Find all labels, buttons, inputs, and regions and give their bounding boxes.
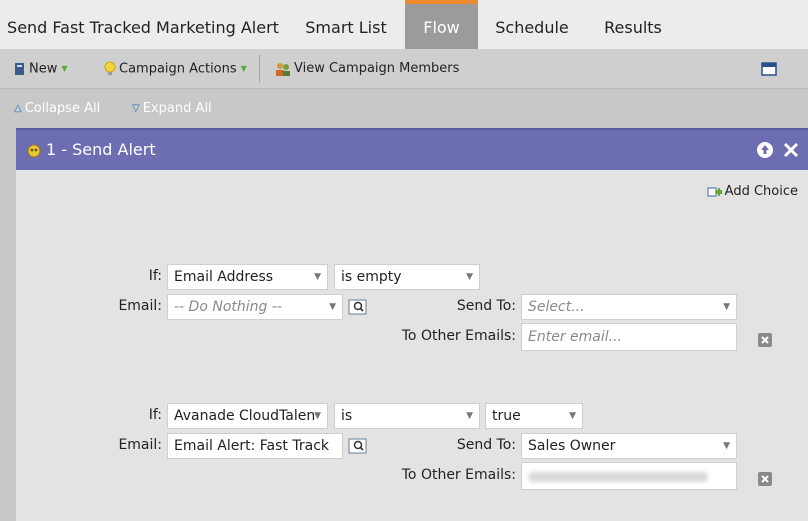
flow-step-header[interactable]: 1 - Send Alert (16, 128, 808, 170)
toolbar: New ▼ Campaign Actions ▼ View Campaign Mem… (0, 49, 808, 89)
chevron-down-icon: ▼ (723, 441, 730, 451)
choice-2-value-select[interactable]: true ▼ (485, 403, 583, 429)
expand-all-label: Expand All (142, 101, 212, 116)
people-icon (276, 62, 290, 76)
campaign-actions-label: Campaign Actions (119, 61, 237, 77)
choice-1-email-value: -- Do Nothing -- (174, 299, 282, 315)
tab-smart-list[interactable]: Smart List (292, 0, 400, 49)
choice-1-delete-icon[interactable] (757, 332, 773, 348)
move-up-icon[interactable] (756, 141, 774, 159)
choice-1-email-select[interactable]: -- Do Nothing -- ▼ (167, 294, 343, 320)
close-icon[interactable] (782, 141, 800, 159)
choice-1-if-label: If: (148, 268, 162, 284)
choice-2-operator-value: is (341, 408, 353, 424)
expand-all-button[interactable]: ▽ Expand All (132, 90, 212, 128)
chevron-down-icon: ▼ (329, 302, 336, 312)
choice-2-email-value: Email Alert: Fast Track (174, 438, 329, 454)
collapse-all-button[interactable]: △ Collapse All (14, 90, 100, 128)
tab-flow[interactable]: Flow (405, 0, 478, 49)
redacted-email (528, 472, 708, 482)
choice-2-value-value: true (492, 408, 521, 424)
choice-2-send-to-select[interactable]: Sales Owner ▼ (521, 433, 737, 459)
chevron-down-icon: ▼ (569, 411, 576, 421)
choice-2-if-label: If: (148, 407, 162, 423)
collapse-all-label: Collapse All (24, 101, 101, 116)
choice-2-if-field-value: Avanade CloudTalen (174, 408, 316, 424)
dropdown-arrow-icon: ▼ (61, 64, 68, 73)
choice-2-email-label: Email: (118, 437, 162, 453)
new-label: New (29, 61, 58, 77)
choice-1-if-field-select[interactable]: Email Address ▼ (167, 264, 328, 290)
choice-2-email-select[interactable]: Email Alert: Fast Track (167, 433, 343, 459)
choice-1-email-label: Email: (118, 298, 162, 314)
add-choice-icon (707, 187, 722, 196)
choice-2-other-emails-input[interactable] (521, 462, 737, 490)
add-choice-button[interactable]: Add Choice (707, 184, 798, 199)
choice-1-operator-select[interactable]: is empty ▼ (334, 264, 480, 290)
choice-1-other-emails-input[interactable]: Enter email... (521, 323, 737, 351)
chevron-down-icon: ▼ (723, 302, 730, 312)
flow-step-title: 1 - Send Alert (46, 140, 156, 159)
choice-2-other-emails-label: To Other Emails: (401, 467, 516, 483)
chevron-down-icon: ▼ (466, 411, 473, 421)
new-icon (15, 63, 24, 75)
new-button[interactable]: New ▼ (14, 49, 68, 89)
lightbulb-icon (104, 61, 116, 75)
view-campaign-members-label: View Campaign Members (294, 61, 460, 76)
campaign-actions-button[interactable]: Campaign Actions ▼ (104, 49, 247, 89)
choice-2-operator-select[interactable]: is ▼ (334, 403, 480, 429)
chevron-down-icon: ▼ (466, 272, 473, 282)
choice-2-send-to-value: Sales Owner (528, 438, 616, 454)
toolbar-divider (259, 55, 260, 83)
add-choice-label: Add Choice (724, 184, 798, 199)
choice-2-send-to-label: Send To: (456, 437, 516, 453)
choice-2-if-field-select[interactable]: Avanade CloudTalen ▼ (167, 403, 328, 429)
flow-step-panel: 1 - Send Alert Add Choice If: Email Addr… (16, 128, 808, 521)
tab-campaign-name[interactable]: Send Fast Tracked Marketing Alert (0, 0, 286, 49)
email-lookup-icon[interactable] (348, 298, 368, 316)
tab-schedule[interactable]: Schedule (483, 0, 581, 49)
alert-icon (27, 144, 41, 158)
chevron-down-icon: ▼ (314, 272, 321, 282)
choice-1-if-field-value: Email Address (174, 269, 274, 285)
dropdown-arrow-icon: ▼ (240, 64, 247, 73)
triangle-up-icon: △ (14, 103, 22, 114)
choice-1-send-to-select[interactable]: Select... ▼ (521, 294, 737, 320)
choice-1-operator-value: is empty (341, 269, 402, 285)
tab-results[interactable]: Results (586, 0, 680, 49)
view-campaign-members-button[interactable]: View Campaign Members (275, 49, 459, 89)
triangle-down-icon: ▽ (132, 103, 140, 114)
tab-bar: Send Fast Tracked Marketing Alert Smart … (0, 0, 808, 49)
choice-2-delete-icon[interactable] (757, 471, 773, 487)
chevron-down-icon: ▼ (314, 411, 321, 421)
window-toggle-button[interactable] (761, 49, 777, 89)
choice-1-send-to-label: Send To: (456, 298, 516, 314)
email-lookup-icon[interactable] (348, 437, 368, 455)
collapse-expand-bar: △ Collapse All ▽ Expand All (0, 90, 808, 128)
choice-1-send-to-value: Select... (528, 299, 585, 315)
window-icon (761, 61, 777, 76)
choice-1-other-emails-label: To Other Emails: (401, 328, 516, 344)
